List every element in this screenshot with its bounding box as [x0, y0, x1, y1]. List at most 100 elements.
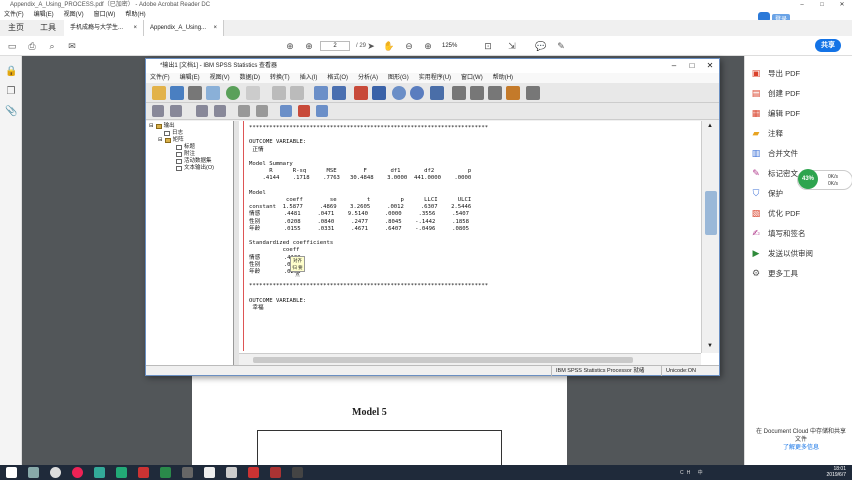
tree-node-output[interactable]: ⊟ 输出 [149, 123, 175, 130]
split-file-icon[interactable] [430, 86, 444, 100]
print-icon[interactable]: ⎙ [26, 40, 38, 52]
tool-comment[interactable]: ▰ 注释 [751, 126, 783, 140]
fit-page-icon[interactable]: ⊡ [482, 40, 494, 52]
spss-menu-analyze[interactable]: 分析(A) [358, 73, 378, 83]
system-clock[interactable]: 18:01 2019/6/7 [827, 466, 846, 478]
doc-tab-1[interactable]: 手机成瘾与大学生... × [64, 20, 144, 36]
tray-input-indicator[interactable]: CH 中 [680, 469, 706, 476]
open-file-icon[interactable] [152, 86, 166, 100]
tool-create-pdf[interactable]: ▤ 创建 PDF [751, 86, 800, 100]
tree-node-log[interactable]: 日志 [164, 130, 183, 137]
stop-icon[interactable] [526, 86, 540, 100]
close-icon[interactable]: ✕ [701, 59, 719, 73]
scroll-up-icon[interactable]: ▲ [707, 123, 713, 129]
tool-protect[interactable]: ⛉ 保护 [751, 186, 783, 200]
horizontal-scrollbar[interactable] [239, 353, 701, 365]
wechat-icon[interactable] [116, 467, 127, 478]
run-descriptives-icon[interactable] [392, 86, 406, 100]
doc-tab-2[interactable]: Appendix_A_Using... × [144, 20, 224, 36]
zoom-out-icon[interactable]: ⊖ [403, 40, 415, 52]
tool-fill-sign[interactable]: ✍ 填写和签名 [751, 226, 805, 240]
goto-case-icon[interactable] [332, 86, 346, 100]
scroll-thumb[interactable] [705, 191, 717, 235]
use-sets-icon[interactable] [410, 86, 424, 100]
excel-icon[interactable] [160, 467, 171, 478]
lock-icon[interactable]: 🔒 [5, 66, 17, 78]
weight-cases-icon[interactable] [470, 86, 484, 100]
redo-icon[interactable] [290, 86, 304, 100]
page-input[interactable]: 2 [320, 41, 350, 51]
outline-pane[interactable]: ⊟ 输出 日志 ⊟ 矩阵 标题 附注 活动数据集 文本输出(O) [146, 121, 234, 365]
next-page-icon[interactable]: ⊕ [303, 40, 315, 52]
spss-menu-help[interactable]: 帮助(H) [493, 73, 513, 83]
highlight-tool-icon[interactable]: ✎ [555, 40, 567, 52]
search-icon[interactable]: ⌕ [46, 40, 58, 52]
photos-icon[interactable] [226, 467, 237, 478]
comment-tool-icon[interactable]: 💬 [535, 40, 547, 52]
share-button[interactable]: 共享 [815, 39, 841, 52]
spss-menu-window[interactable]: 窗口(W) [461, 73, 483, 83]
tree-node-matrix[interactable]: ⊟ 矩阵 [158, 137, 184, 144]
export-icon[interactable] [226, 86, 240, 100]
insert-title-icon[interactable] [298, 105, 310, 117]
close-tab-icon[interactable]: × [133, 20, 137, 36]
close-icon[interactable]: ✕ [832, 0, 852, 10]
goto-data-icon[interactable] [314, 86, 328, 100]
value-labels-icon[interactable] [488, 86, 502, 100]
spss-icon[interactable] [270, 467, 281, 478]
start-icon[interactable] [6, 467, 17, 478]
collapse-icon[interactable] [214, 105, 226, 117]
insert-text-icon[interactable] [316, 105, 328, 117]
learn-more-link[interactable]: 了解更多信息 [755, 444, 847, 452]
menu-help[interactable]: 帮助(H) [125, 10, 145, 20]
tool-redact[interactable]: ✎ 标记密文 [751, 166, 798, 180]
spss-menu-utilities[interactable]: 实用程序(U) [419, 73, 451, 83]
browser-icon[interactable] [72, 467, 83, 478]
forward-arrow-icon[interactable] [170, 105, 182, 117]
network-monitor-widget[interactable]: 43% 0K/s 0K/s [797, 169, 852, 190]
tool-optimize-pdf[interactable]: ▧ 优化 PDF [751, 206, 800, 220]
zoom-level[interactable]: 125% [442, 41, 457, 51]
email-icon[interactable]: ✉ [66, 40, 78, 52]
spss-viewer-window[interactable]: *输出1 [文档1] - IBM SPSS Statistics 查看器 – □… [145, 58, 720, 376]
vertical-scrollbar[interactable]: ▲ ▼ [701, 121, 719, 353]
spss-menu-insert[interactable]: 插入(I) [300, 73, 318, 83]
menu-view[interactable]: 视图(V) [64, 10, 84, 20]
scroll-thumb[interactable] [253, 357, 633, 363]
collapse-box-icon[interactable]: ⊟ [149, 123, 154, 130]
select-cases-icon[interactable] [452, 86, 466, 100]
tool-more-tools[interactable]: ⚙ 更多工具 [751, 266, 798, 280]
tool-combine-files[interactable]: ▥ 合并文件 [751, 146, 798, 160]
spss-title-bar[interactable]: *输出1 [文档1] - IBM SPSS Statistics 查看器 – □… [146, 59, 719, 73]
undo-icon[interactable] [272, 86, 286, 100]
pages-icon[interactable]: ❐ [5, 86, 17, 98]
print-icon[interactable] [188, 86, 202, 100]
spss-menu-graphs[interactable]: 图形(G) [388, 73, 409, 83]
scroll-down-icon[interactable]: ▼ [707, 343, 713, 349]
spss-menu-file[interactable]: 文件(F) [150, 73, 170, 83]
script-icon[interactable] [506, 86, 520, 100]
task-view-icon[interactable] [50, 467, 61, 478]
tree-node-notes[interactable]: 附注 [176, 151, 195, 158]
save-icon[interactable] [170, 86, 184, 100]
search-icon[interactable] [28, 467, 39, 478]
recall-dialog-icon[interactable] [246, 86, 260, 100]
goto-variable-icon[interactable] [354, 86, 368, 100]
zoom-in-icon[interactable]: ⊕ [422, 40, 434, 52]
tool-send-review[interactable]: ▶ 发送以供审阅 [751, 246, 813, 260]
screen-recorder-icon[interactable] [292, 467, 303, 478]
tree-node-text-output[interactable]: 文本输出(O) [176, 165, 214, 172]
hide-icon[interactable] [256, 105, 268, 117]
tool-export-pdf[interactable]: ▣ 导出 PDF [751, 66, 800, 80]
back-arrow-icon[interactable] [152, 105, 164, 117]
tree-node-active-dataset[interactable]: 活动数据集 [176, 158, 212, 165]
insert-heading-icon[interactable] [280, 105, 292, 117]
close-tab-icon[interactable]: × [213, 20, 217, 36]
powerpoint-icon[interactable] [138, 467, 149, 478]
print-preview-icon[interactable] [206, 86, 220, 100]
save-icon[interactable]: ▭ [6, 40, 18, 52]
menu-window[interactable]: 窗口(W) [94, 10, 116, 20]
minimize-icon[interactable]: – [665, 59, 683, 73]
spss-menu-transform[interactable]: 转换(T) [270, 73, 290, 83]
acrobat-icon[interactable] [248, 467, 259, 478]
